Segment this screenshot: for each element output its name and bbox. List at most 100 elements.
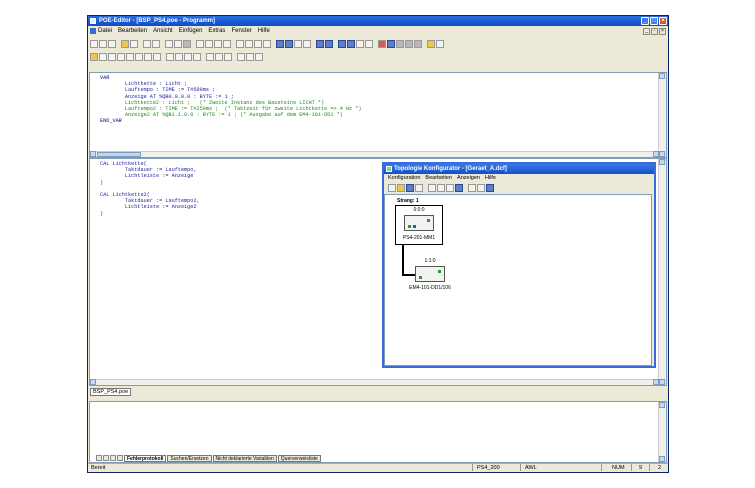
topo-save-icon[interactable] (406, 183, 414, 192)
scroll-down-icon-2[interactable] (659, 379, 665, 385)
topology-canvas[interactable]: Strang: 1 0:0:0 PS4-201-MM1 1:1:0 EM4-10… (384, 194, 652, 366)
copy-icon[interactable] (205, 39, 213, 48)
retc-icon[interactable] (246, 52, 254, 61)
instruction-hscroll[interactable] (90, 379, 659, 385)
r-icon[interactable] (135, 52, 143, 61)
topo-copy-icon[interactable] (437, 183, 445, 192)
topo-menu-konfiguration[interactable]: Konfiguration (388, 174, 420, 183)
jmpcn-icon[interactable] (224, 52, 232, 61)
test-icon[interactable] (347, 39, 355, 48)
declaration-code[interactable]: VAR Lichtkette : Licht ; Lauftempo : TIM… (100, 75, 362, 125)
project-manager-icon[interactable] (316, 39, 324, 48)
new-project-icon[interactable] (99, 39, 107, 48)
topo-online-icon[interactable] (486, 183, 494, 192)
module2-device-icon[interactable] (415, 266, 445, 282)
undo-icon[interactable] (214, 39, 222, 48)
mdi-close-button[interactable]: × (659, 28, 666, 35)
scroll-up-icon[interactable] (659, 73, 665, 79)
declaration-vscroll[interactable] (658, 73, 666, 157)
mdi-restore-button[interactable]: ▫ (651, 28, 658, 35)
menu-fenster[interactable]: Fenster (231, 27, 251, 36)
scroll-left-icon-2[interactable] (90, 379, 96, 385)
cal-icon[interactable] (166, 52, 174, 61)
topology-icon[interactable] (338, 39, 346, 48)
stn-icon[interactable] (117, 52, 125, 61)
tab-first-icon[interactable] (96, 455, 102, 461)
find-next-icon[interactable] (174, 39, 182, 48)
online-icon[interactable] (356, 39, 364, 48)
tab-last-icon[interactable] (117, 455, 123, 461)
compile-icon[interactable] (236, 39, 244, 48)
tab-next-icon[interactable] (110, 455, 116, 461)
tab-fehlerprotokoll[interactable]: Fehlerprotokoll (124, 454, 167, 462)
retcn-icon[interactable] (255, 52, 263, 61)
help-icon[interactable] (427, 39, 435, 48)
scroll-right-icon[interactable] (653, 151, 659, 157)
outdent-icon[interactable] (254, 39, 262, 48)
scroll-right-icon-2[interactable] (653, 379, 659, 385)
instruction-code[interactable]: CAL Lichtkette( Taktdauer := Lauftempo, … (100, 161, 200, 217)
new-pou-icon[interactable] (108, 39, 116, 48)
context-help-icon[interactable] (436, 39, 444, 48)
scroll-down-icon[interactable] (659, 151, 665, 157)
output-vscroll[interactable] (658, 402, 666, 462)
document-tab[interactable]: BSP_PS4.poe (90, 388, 132, 396)
tab-suchen-ersetzen[interactable]: Suchen/Ersetzen (167, 454, 212, 462)
minimize-button[interactable]: _ (641, 17, 649, 25)
stop-icon[interactable] (378, 39, 386, 48)
declaration-hscroll[interactable] (90, 151, 659, 157)
output-window[interactable]: Fehlerprotokoll Suchen/Ersetzen Nicht de… (89, 401, 667, 463)
topo-paste-icon[interactable] (446, 183, 454, 192)
print-icon[interactable] (143, 39, 151, 48)
menu-hilfe[interactable]: Hilfe (258, 27, 270, 36)
instruction-vscroll[interactable] (658, 159, 666, 385)
close-button[interactable]: × (659, 17, 667, 25)
new-icon[interactable] (90, 39, 98, 48)
save-icon[interactable] (130, 39, 138, 48)
ret-icon[interactable] (237, 52, 245, 61)
topo-print-icon[interactable] (415, 183, 423, 192)
scroll-up-icon-2[interactable] (659, 159, 665, 165)
find-icon[interactable] (165, 39, 173, 48)
menu-datei[interactable]: Datei (98, 27, 112, 36)
calc-icon[interactable] (175, 52, 183, 61)
ld-icon[interactable] (90, 52, 98, 61)
declaration-editor[interactable]: VAR Lichtkette : Licht ; Lauftempo : TIM… (89, 72, 667, 158)
monitor-icon[interactable] (365, 39, 373, 48)
topo-properties-icon[interactable] (455, 183, 463, 192)
s-icon[interactable] (126, 52, 134, 61)
topo-menu-bearbeiten[interactable]: Bearbeiten (425, 174, 452, 183)
run-icon[interactable] (387, 39, 395, 48)
library-icon[interactable] (325, 39, 333, 48)
topo-view-icon[interactable] (477, 183, 485, 192)
maximize-button[interactable]: □ (650, 17, 658, 25)
topology-title-bar[interactable]: Topologie Konfigurator - [Geraet_A.dcf] (384, 164, 654, 174)
jmp-icon[interactable] (206, 52, 214, 61)
split-icon[interactable] (294, 39, 302, 48)
mdi-minimize-button[interactable]: _ (643, 28, 650, 35)
calcn-icon[interactable] (184, 52, 192, 61)
menu-ansicht[interactable]: Ansicht (153, 27, 173, 36)
jmpc-icon[interactable] (215, 52, 223, 61)
layout-icon[interactable] (303, 39, 311, 48)
topo-open-icon[interactable] (397, 183, 405, 192)
redo-icon[interactable] (223, 39, 231, 48)
tab-prev-icon[interactable] (103, 455, 109, 461)
indent-icon[interactable] (245, 39, 253, 48)
menu-bearbeiten[interactable]: Bearbeiten (118, 27, 147, 36)
print-preview-icon[interactable] (152, 39, 160, 48)
scroll-left-icon[interactable] (90, 151, 96, 157)
window-tile-icon[interactable] (276, 39, 284, 48)
topo-menu-anzeigen[interactable]: Anzeigen (457, 174, 480, 183)
or-icon[interactable] (153, 52, 161, 61)
menu-einfuegen[interactable]: Einfügen (179, 27, 203, 36)
format-icon[interactable] (263, 39, 271, 48)
and-icon[interactable] (144, 52, 152, 61)
scroll-up-icon-3[interactable] (659, 402, 665, 408)
topo-menu-hilfe[interactable]: Hilfe (485, 174, 496, 183)
module1-selection[interactable]: 0:0:0 PS4-201-MM1 (395, 205, 443, 245)
hscroll-thumb[interactable] (97, 152, 141, 157)
topo-new-icon[interactable] (388, 183, 396, 192)
tab-querverweisliste[interactable]: Querverweisliste (277, 454, 321, 462)
topology-configurator-window[interactable]: Topologie Konfigurator - [Geraet_A.dcf] … (382, 162, 656, 368)
